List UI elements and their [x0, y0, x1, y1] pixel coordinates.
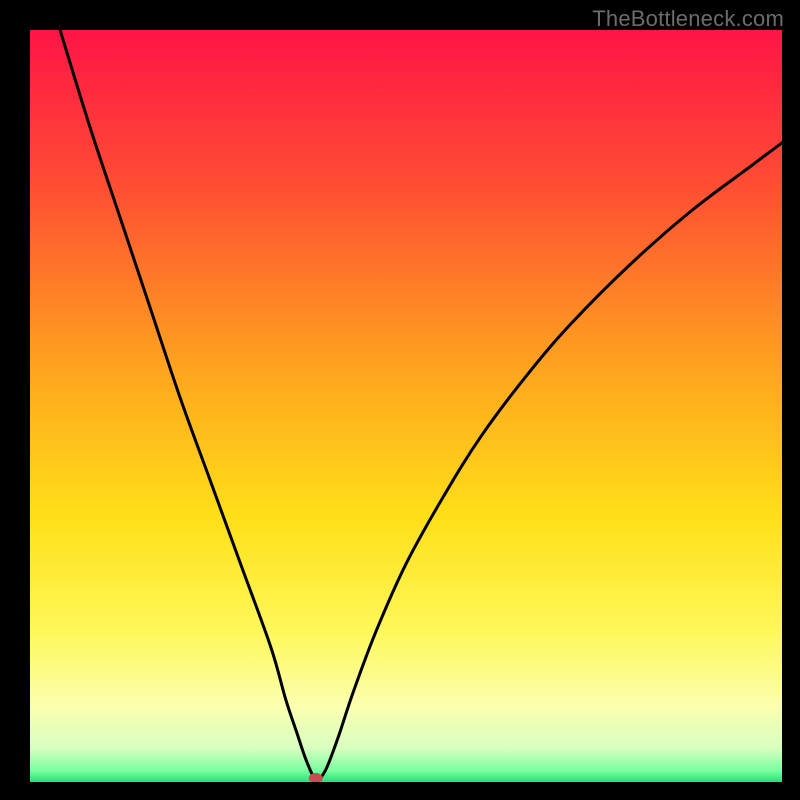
chart-frame: [30, 30, 782, 782]
watermark-text: TheBottleneck.com: [592, 6, 784, 32]
chart-background-gradient: [30, 30, 782, 782]
